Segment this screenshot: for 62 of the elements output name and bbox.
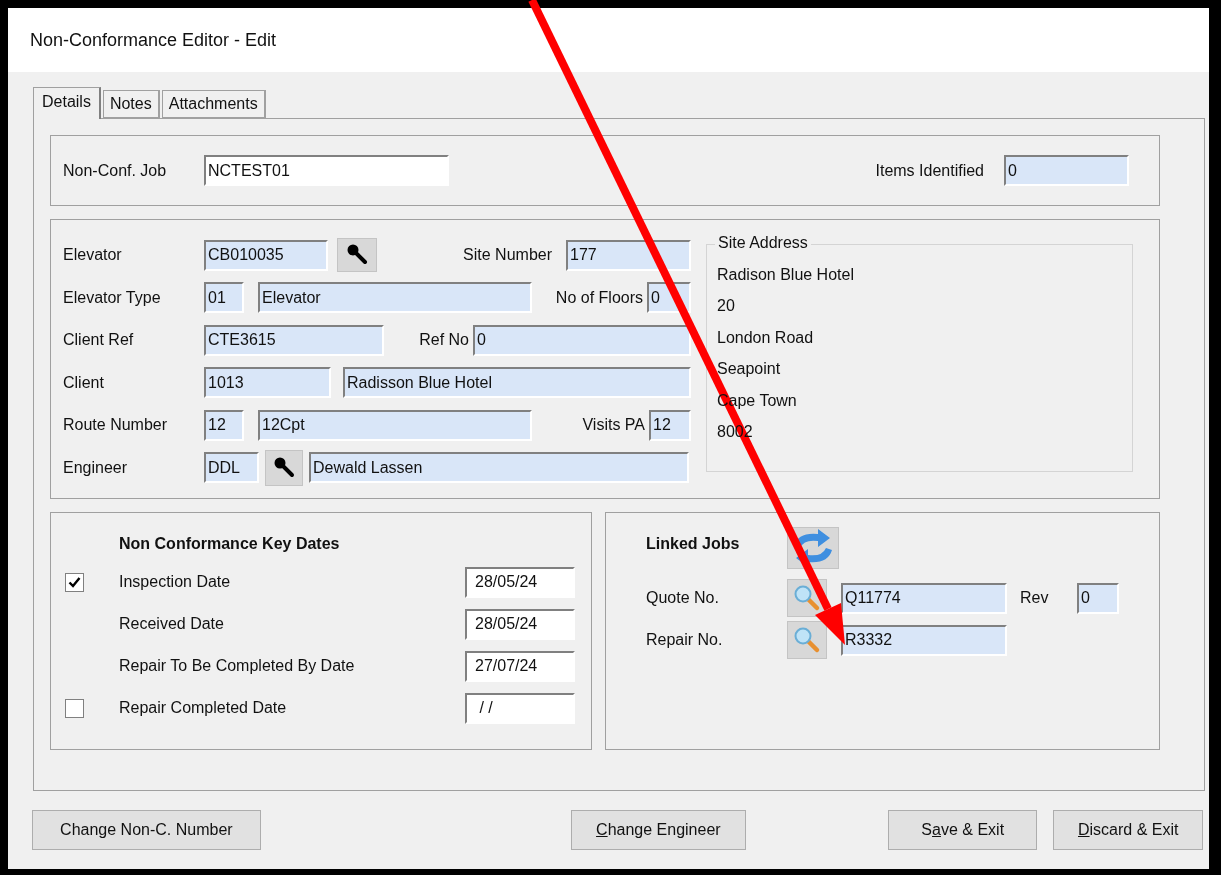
address-line: Seapoint <box>717 359 781 380</box>
field-label: Client Ref <box>63 331 135 350</box>
input-field[interactable]: 01 <box>204 282 244 314</box>
input-field[interactable]: Elevator <box>258 282 532 314</box>
date-field[interactable]: 28/05/24 <box>465 566 575 598</box>
date-label: Repair To Be Completed By Date <box>119 657 355 675</box>
input-field[interactable]: 1013 <box>204 367 331 399</box>
tab[interactable]: Notes <box>102 90 160 118</box>
input-field[interactable]: R3332 <box>841 624 1007 656</box>
field-label: Ref No <box>419 331 469 350</box>
field-label: No of Floors <box>555 288 643 307</box>
input-field[interactable]: Q11774 <box>841 582 1007 614</box>
field-label: Quote No. <box>646 589 720 607</box>
date-field[interactable]: / / <box>465 692 575 724</box>
action-button[interactable]: Discard & Exit <box>1053 810 1203 850</box>
input-field[interactable]: Radisson Blue Hotel <box>343 367 691 399</box>
input-field[interactable]: 0 <box>1004 155 1129 186</box>
date-field[interactable]: 28/05/24 <box>465 608 575 640</box>
key-button[interactable] <box>337 238 377 273</box>
field-label: Rev <box>1020 589 1050 607</box>
key-button[interactable] <box>265 449 303 486</box>
tab[interactable]: Details <box>33 87 101 119</box>
group-title: Linked Jobs <box>646 535 741 553</box>
input-field[interactable]: Dewald Lassen <box>309 452 689 484</box>
address-line: 20 <box>717 296 735 317</box>
input-field[interactable]: CB010035 <box>204 239 328 271</box>
search-icon <box>793 584 821 612</box>
field-label: Repair No. <box>646 631 724 649</box>
input-field[interactable]: NCTEST01 <box>204 155 449 186</box>
field-label: Site Number <box>463 246 552 265</box>
input-field[interactable]: 12Cpt <box>258 409 532 441</box>
field-label: Route Number <box>63 416 169 435</box>
field-label: Client <box>63 373 105 392</box>
field-label: Elevator Type <box>63 288 162 307</box>
key-icon <box>272 455 296 480</box>
action-button[interactable]: Change Non-C. Number <box>32 810 261 850</box>
checkbox[interactable] <box>65 698 84 718</box>
field-label: Items Identified <box>875 161 984 180</box>
date-label: Repair Completed Date <box>119 699 287 717</box>
input-field[interactable]: 177 <box>566 239 691 271</box>
field-label: Non-Conf. Job <box>63 161 168 180</box>
input-field[interactable]: 12 <box>649 409 691 441</box>
date-label: Inspection Date <box>119 573 231 591</box>
input-field[interactable]: DDL <box>204 452 259 484</box>
date-label: Received Date <box>119 615 224 633</box>
address-line: Radison Blue Hotel <box>717 264 854 285</box>
checkbox[interactable] <box>65 572 84 592</box>
input-field[interactable]: 0 <box>473 324 691 356</box>
field-label: Engineer <box>63 458 129 477</box>
address-line: London Road <box>717 327 814 348</box>
field-label: Elevator <box>63 246 123 265</box>
group-title: Non Conformance Key Dates <box>119 535 340 553</box>
input-field[interactable]: CTE3615 <box>204 324 384 356</box>
input-field[interactable]: 0 <box>1077 582 1119 614</box>
field-label: Visits PA <box>582 416 645 435</box>
date-field[interactable]: 27/07/24 <box>465 650 575 682</box>
window-title: Non-Conformance Editor - Edit <box>30 29 277 51</box>
search-icon <box>793 626 821 654</box>
action-button[interactable]: Change Engineer <box>570 810 746 850</box>
action-button[interactable]: Save & Exit <box>887 810 1038 850</box>
input-field[interactable]: 12 <box>204 409 244 441</box>
tab[interactable]: Attachments <box>161 90 266 118</box>
